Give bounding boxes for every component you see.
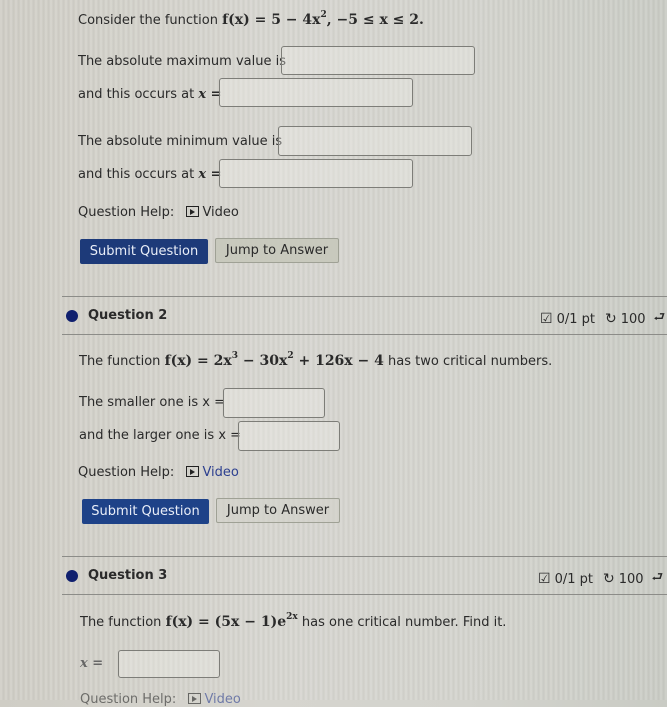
q1-jump-to-answer-button[interactable]: Jump to Answer <box>215 238 339 263</box>
q1-max-x-label: and this occurs at x = <box>78 87 222 102</box>
q1-fx: f(x) = 5 − 4x <box>222 12 321 28</box>
checkbox-score-icon: ☑ <box>540 311 553 327</box>
q2-smaller-input[interactable] <box>223 388 325 418</box>
q1-min-value-input[interactable] <box>278 126 472 156</box>
q2-score: 0/1 pt <box>556 311 595 327</box>
q1-max-x-label-text: and this occurs at <box>78 87 195 102</box>
q3-x-input[interactable] <box>118 650 220 678</box>
q3-fx: f(x) = (5x − 1)e <box>165 614 287 630</box>
q2-jump-to-answer-button[interactable]: Jump to Answer <box>216 498 340 523</box>
q3-prompt: The function f(x) = (5x − 1)e2x has one … <box>80 612 506 630</box>
q1-max-x-input[interactable] <box>219 78 413 107</box>
q3-retries: 100 <box>618 571 644 587</box>
q1-help-label: Question Help: <box>78 205 175 220</box>
q2-submit-button[interactable]: Submit Question <box>82 499 209 524</box>
q1-min-value-label: The absolute minimum value is <box>78 134 283 149</box>
q1-min-x-label: and this occurs at x = <box>78 167 222 182</box>
q3-meta: ☑ 0/1 pt ↻ 100 ⮐ <box>538 568 663 590</box>
q2-fx-c: + 126x − 4 <box>293 353 384 369</box>
q2-retries: 100 <box>620 311 646 327</box>
q1-question-help: Question Help: Video <box>78 205 239 220</box>
q2-function-expression: f(x) = 2x3 − 30x2 + 126x − 4 <box>164 351 384 369</box>
retry-icon: ↻ <box>604 311 617 327</box>
q2-fx-b: − 30x <box>238 353 288 369</box>
q2-larger-label: and the larger one is x = <box>79 428 242 443</box>
reply-icon[interactable]: ⮐ <box>654 308 666 330</box>
q3-score: 0/1 pt <box>554 571 593 587</box>
q3-x-label: x = <box>80 656 104 671</box>
q2-fx-a: f(x) = 2x <box>164 353 232 369</box>
q3-function-expression: f(x) = (5x − 1)e2x <box>165 612 298 630</box>
checkbox-score-icon: ☑ <box>538 571 551 587</box>
q2-question-help: Question Help: Video <box>78 465 239 480</box>
q3-bottom-divider <box>62 594 667 595</box>
q3-status-dot <box>66 570 78 582</box>
q3-suffix: has one critical number. Find it. <box>301 615 507 630</box>
video-play-icon <box>188 693 202 704</box>
q2-video-label: Video <box>202 465 239 480</box>
reply-icon[interactable]: ⮐ <box>652 568 664 590</box>
q1-submit-button[interactable]: Submit Question <box>80 239 208 264</box>
q2-smaller-label: The smaller one is x = <box>79 395 225 410</box>
q2-title: Question 2 <box>88 308 168 323</box>
q2-bottom-divider <box>62 334 667 335</box>
q1-min-x-label-text: and this occurs at <box>78 167 195 182</box>
video-play-icon <box>186 466 200 477</box>
q3-top-divider <box>62 556 667 557</box>
q3-prefix: The function <box>80 615 162 630</box>
q2-status-dot <box>66 310 78 322</box>
q1-max-value-input[interactable] <box>281 46 475 75</box>
q3-exponent: 2x <box>286 612 298 622</box>
q2-video-link[interactable]: Video <box>186 465 239 480</box>
q1-function-expression: f(x) = 5 − 4x2, −5 ≤ x ≤ 2. <box>222 10 424 28</box>
q1-video-link[interactable]: Video <box>186 205 239 220</box>
q1-video-label: Video <box>202 205 239 220</box>
q2-help-label: Question Help: <box>78 465 175 480</box>
q2-prompt: The function f(x) = 2x3 − 30x2 + 126x − … <box>79 351 552 369</box>
q1-prompt: Consider the function f(x) = 5 − 4x2, −5… <box>78 10 424 28</box>
q1-max-value-label: The absolute maximum value is <box>78 54 286 69</box>
video-play-icon <box>186 206 200 217</box>
retry-icon: ↻ <box>602 571 615 587</box>
q2-meta: ☑ 0/1 pt ↻ 100 ⮐ <box>540 308 665 330</box>
q2-suffix: has two critical numbers. <box>388 354 553 369</box>
q1-min-x-input[interactable] <box>219 159 413 188</box>
q3-title: Question 3 <box>88 568 168 583</box>
q2-larger-input[interactable] <box>238 421 340 451</box>
q2-top-divider <box>62 296 667 297</box>
q1-intro-text: Consider the function <box>78 13 218 28</box>
q1-domain: , −5 ≤ x ≤ 2. <box>326 12 424 28</box>
q2-prefix: The function <box>79 354 161 369</box>
